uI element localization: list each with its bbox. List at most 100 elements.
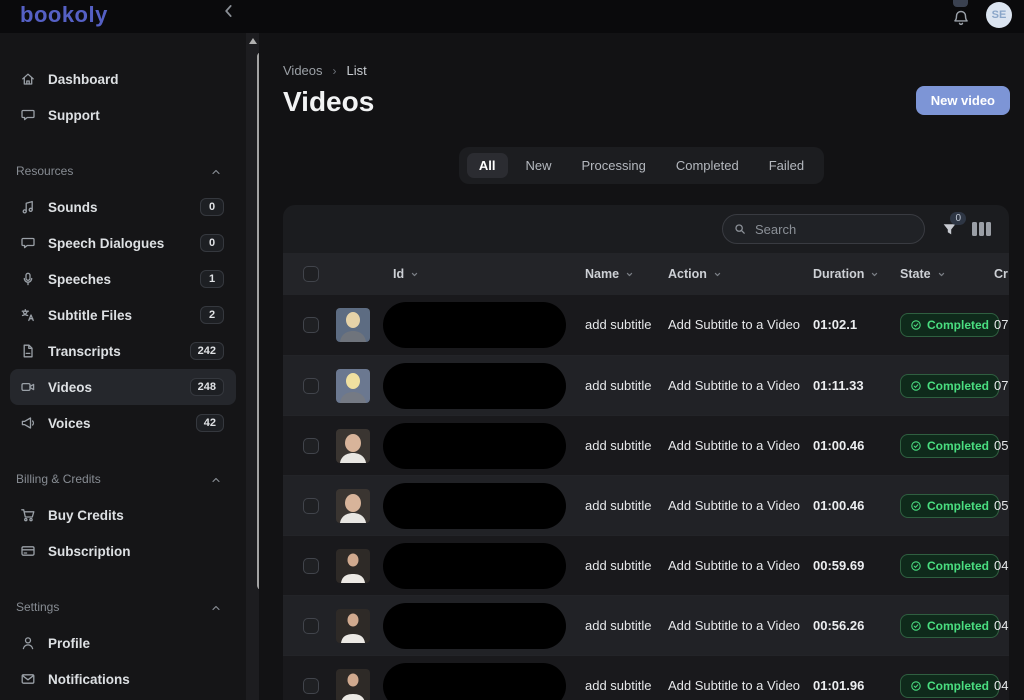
speech-bubble-icon	[20, 235, 36, 251]
row-checkbox[interactable]	[303, 378, 319, 394]
sidebar-item-label: Sounds	[48, 200, 98, 215]
status-badge: Completed	[900, 434, 999, 458]
sidebar-item-dashboard[interactable]: Dashboard	[10, 61, 236, 97]
row-checkbox[interactable]	[303, 317, 319, 333]
tab-all[interactable]: All	[467, 153, 508, 178]
video-thumbnail	[336, 308, 370, 342]
avatar[interactable]: SE	[986, 2, 1012, 28]
page-title: Videos	[283, 86, 374, 118]
sidebar-item-sounds[interactable]: Sounds 0	[10, 189, 236, 225]
row-action: Add Subtitle to a Video	[668, 558, 800, 573]
bell-icon[interactable]	[952, 9, 970, 27]
tab-new[interactable]: New	[514, 153, 564, 178]
row-action: Add Subtitle to a Video	[668, 438, 800, 453]
search-box[interactable]	[722, 214, 925, 244]
row-duration: 00:59.69	[813, 558, 864, 573]
scrollbar-up-arrow-icon[interactable]	[249, 38, 257, 44]
sidebar-scrollbar[interactable]	[246, 33, 259, 700]
video-camera-icon	[20, 379, 36, 395]
row-duration: 01:00.46	[813, 498, 864, 513]
columns-icon[interactable]	[972, 222, 991, 236]
translate-icon	[20, 307, 36, 323]
table-row[interactable]: add subtitle Add Subtitle to a Video 01:…	[283, 475, 1009, 535]
sidebar-item-subscription[interactable]: Subscription	[10, 533, 236, 569]
section-label: Resources	[16, 164, 73, 178]
status-label: Completed	[927, 499, 989, 513]
row-name: add subtitle	[585, 438, 652, 453]
column-header-duration[interactable]: Duration	[808, 267, 893, 281]
sidebar-item-transcripts[interactable]: Transcripts 242	[10, 333, 236, 369]
redacted-id	[383, 603, 566, 649]
row-checkbox[interactable]	[303, 558, 319, 574]
section-header[interactable]: Billing & Credits	[0, 470, 246, 488]
mail-icon	[20, 671, 36, 687]
sidebar-item-support[interactable]: Support	[10, 97, 236, 133]
row-checkbox[interactable]	[303, 438, 319, 454]
table-row[interactable]: add subtitle Add Subtitle to a Video 01:…	[283, 295, 1009, 355]
column-header-id[interactable]: Id	[327, 267, 578, 281]
sidebar-item-profile[interactable]: Profile	[10, 625, 236, 661]
video-thumbnail	[336, 369, 370, 403]
app-logo: bookoly	[20, 2, 108, 28]
column-header-name[interactable]: Name	[578, 267, 663, 281]
row-name: add subtitle	[585, 558, 652, 573]
section-header[interactable]: Resources	[0, 162, 246, 180]
music-note-icon	[20, 199, 36, 215]
row-created: 07	[994, 317, 1008, 332]
table-row[interactable]: add subtitle Add Subtitle to a Video 00:…	[283, 595, 1009, 655]
new-video-button[interactable]: New video	[916, 86, 1010, 115]
breadcrumb-list[interactable]: List	[347, 63, 367, 78]
sidebar-item-label: Speeches	[48, 272, 111, 287]
sidebar-collapse-icon[interactable]	[220, 2, 238, 20]
credit-card-icon	[20, 543, 36, 559]
filter-button[interactable]: 0	[941, 221, 958, 238]
video-thumbnail	[336, 429, 370, 463]
row-created: 04	[994, 618, 1008, 633]
sidebar-item-buy-credits[interactable]: Buy Credits	[10, 497, 236, 533]
sidebar-item-speech-dialogues[interactable]: Speech Dialogues 0	[10, 225, 236, 261]
sidebar-item-notifications[interactable]: Notifications	[10, 661, 236, 697]
breadcrumb-videos[interactable]: Videos	[283, 63, 323, 78]
table-row[interactable]: add subtitle Add Subtitle to a Video 01:…	[283, 655, 1009, 700]
sidebar-item-videos[interactable]: Videos 248	[10, 369, 236, 405]
search-input[interactable]	[755, 222, 914, 237]
video-thumbnail	[336, 549, 370, 583]
check-circle-icon	[910, 380, 922, 392]
table-row[interactable]: add subtitle Add Subtitle to a Video 01:…	[283, 415, 1009, 475]
column-header-state[interactable]: State	[893, 267, 988, 281]
row-checkbox[interactable]	[303, 678, 319, 694]
sidebar-main-items: Dashboard Support	[0, 61, 246, 133]
video-thumbnail	[336, 609, 370, 643]
sidebar-item-subtitle-files[interactable]: Subtitle Files 2	[10, 297, 236, 333]
redacted-id	[383, 423, 566, 469]
sidebar-item-label: Dashboard	[48, 72, 119, 87]
column-header-cr[interactable]: Cr	[988, 267, 1009, 281]
row-created: 05	[994, 438, 1008, 453]
select-all-checkbox[interactable]	[303, 266, 319, 282]
table-row[interactable]: add subtitle Add Subtitle to a Video 00:…	[283, 535, 1009, 595]
row-checkbox[interactable]	[303, 498, 319, 514]
breadcrumb-separator-icon: ›	[333, 64, 337, 78]
sidebar-item-voices[interactable]: Voices 42	[10, 405, 236, 441]
tab-processing[interactable]: Processing	[570, 153, 658, 178]
check-circle-icon	[910, 500, 922, 512]
tab-completed[interactable]: Completed	[664, 153, 751, 178]
cart-icon	[20, 507, 36, 523]
column-header-action[interactable]: Action	[663, 267, 808, 281]
sidebar-section-settings: Settings Profile Notifications	[0, 598, 246, 697]
check-circle-icon	[910, 680, 922, 692]
count-badge: 242	[190, 342, 224, 360]
sidebar-item-speeches[interactable]: Speeches 1	[10, 261, 236, 297]
row-created: 05	[994, 498, 1008, 513]
status-badge: Completed	[900, 614, 999, 638]
video-thumbnail	[336, 489, 370, 523]
row-created: 04	[994, 558, 1008, 573]
row-checkbox[interactable]	[303, 618, 319, 634]
status-badge: Completed	[900, 374, 999, 398]
table-row[interactable]: add subtitle Add Subtitle to a Video 01:…	[283, 355, 1009, 415]
row-duration: 01:11.33	[813, 378, 864, 393]
tab-failed[interactable]: Failed	[757, 153, 816, 178]
section-header[interactable]: Settings	[0, 598, 246, 616]
status-badge: Completed	[900, 674, 999, 698]
row-duration: 01:02.1	[813, 317, 857, 332]
